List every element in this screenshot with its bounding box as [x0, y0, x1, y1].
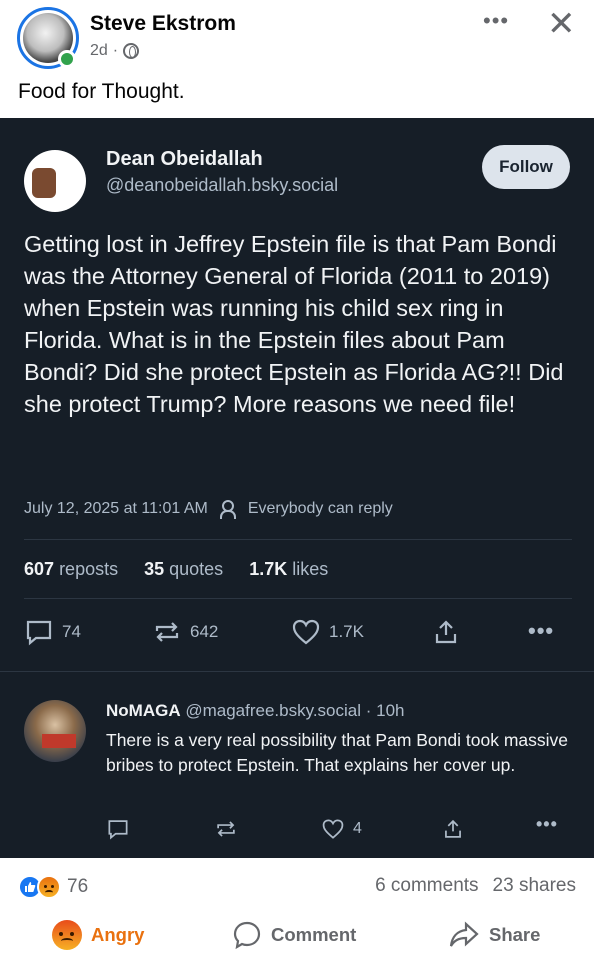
embed-avatar: [24, 150, 86, 212]
author-name[interactable]: Steve Ekstrom: [90, 12, 236, 36]
embed-share-action: [432, 618, 460, 646]
avatar-figure: [32, 168, 56, 198]
comment-icon: [233, 921, 261, 950]
divider: [24, 539, 572, 540]
comments-count[interactable]: 6 comments: [375, 875, 478, 897]
embed-like-action: 1.7K: [291, 618, 364, 646]
reaction-summary[interactable]: 76: [18, 875, 88, 899]
embed-stats: 607 reposts 35 quotes 1.7K likes: [24, 559, 328, 580]
share-button[interactable]: Share: [448, 920, 540, 950]
stat-quotes-label: quotes: [169, 559, 224, 579]
angry-emoji-icon: [52, 920, 82, 950]
online-status-dot: [58, 50, 76, 68]
reply-author-name: NoMAGA: [106, 701, 181, 720]
reply-action-bar: 4 •••: [106, 814, 576, 842]
embed-meta-row: July 12, 2025 at 11:01 AM Everybody can …: [24, 500, 393, 519]
comment-bubble-icon: [26, 620, 52, 646]
shares-count[interactable]: 23 shares: [493, 875, 576, 897]
embed-author-handle: @deanobeidallah.bsky.social: [106, 175, 339, 195]
reply-header: NoMAGA @magafree.bsky.social · 10h: [106, 701, 405, 721]
fb-action-bar: Angry Comment Share: [0, 920, 594, 956]
post-meta: 2d ·: [90, 42, 140, 60]
reply-age: · 10h: [365, 701, 405, 720]
share-label: Share: [489, 924, 541, 945]
embed-reply-action: 74: [24, 618, 81, 646]
reply-share-action: [442, 818, 464, 840]
share-upload-icon: [435, 620, 457, 644]
reply-setting-label: Everybody can reply: [247, 500, 393, 517]
angry-label: Angry: [91, 924, 145, 945]
comment-label: Comment: [271, 924, 357, 945]
post-caption: Food for Thought.: [18, 80, 185, 103]
share-arrow-icon: [449, 921, 479, 947]
post-header: Steve Ekstrom 2d · ••• ✕ Food for Though…: [0, 0, 594, 118]
engagement-counts: 6 comments 23 shares: [375, 875, 576, 897]
reply-setting: Everybody can reply: [219, 500, 393, 519]
post-age[interactable]: 2d: [90, 42, 108, 60]
share-upload-icon: [445, 819, 461, 838]
reply-author-handle: @magafree.bsky.social: [185, 701, 362, 720]
people-icon: [219, 500, 240, 519]
reply-avatar: [24, 700, 86, 762]
stat-reposts-count: 607: [24, 559, 55, 579]
reply-more-icon: •••: [536, 814, 558, 834]
embed-more-icon: •••: [528, 618, 555, 643]
repost-icon: [155, 622, 179, 642]
embedded-post-card[interactable]: Dean Obeidallah @deanobeidallah.bsky.soc…: [0, 118, 594, 858]
stat-reposts: 607 reposts: [24, 559, 118, 580]
reply-text: There is a very real possibility that Pa…: [106, 730, 568, 775]
embed-like-count: 1.7K: [329, 622, 364, 641]
post-footer: 76 6 comments 23 shares Angry Comment Sh…: [0, 858, 594, 960]
embed-repost-count: 642: [190, 622, 219, 641]
thumbs-up-icon: [25, 882, 36, 892]
close-icon[interactable]: ✕: [547, 4, 576, 44]
reply-like-action: 4: [321, 818, 362, 840]
repost-icon: [217, 821, 235, 837]
embed-date: July 12, 2025 at 11:01 AM: [24, 500, 208, 517]
reply-divider: [0, 671, 594, 672]
angry-react-button[interactable]: Angry: [52, 920, 144, 950]
globe-icon[interactable]: [123, 43, 140, 59]
reaction-count: 76: [67, 876, 89, 897]
comment-button[interactable]: Comment: [232, 920, 356, 950]
more-options-icon[interactable]: •••: [483, 8, 509, 34]
meta-separator: ·: [112, 42, 119, 59]
avatar-sign: [42, 734, 76, 748]
reply-repost-action: [214, 818, 238, 840]
embed-repost-action: 642: [152, 618, 218, 646]
comment-bubble-icon: [108, 820, 128, 840]
stat-likes: 1.7K likes: [249, 559, 328, 580]
stat-reposts-label: reposts: [59, 559, 119, 579]
embed-action-bar: 74 642 1.7K •••: [24, 618, 572, 654]
stat-quotes-count: 35: [144, 559, 165, 579]
embed-author-name: Dean Obeidallah: [106, 148, 263, 170]
embed-reply-count: 74: [62, 622, 81, 641]
follow-button: Follow: [482, 145, 570, 189]
reply-like-count: 4: [353, 820, 362, 837]
embed-post-text: Getting lost in Jeffrey Epstein file is …: [24, 231, 564, 417]
heart-icon: [292, 619, 320, 645]
angry-reaction-icon: [37, 875, 61, 899]
reply-comment-action: [106, 818, 130, 840]
stat-quotes: 35 quotes: [144, 559, 223, 580]
stat-likes-count: 1.7K: [249, 559, 288, 579]
divider: [24, 598, 572, 599]
stat-likes-label: likes: [292, 559, 329, 579]
heart-icon: [322, 819, 344, 839]
